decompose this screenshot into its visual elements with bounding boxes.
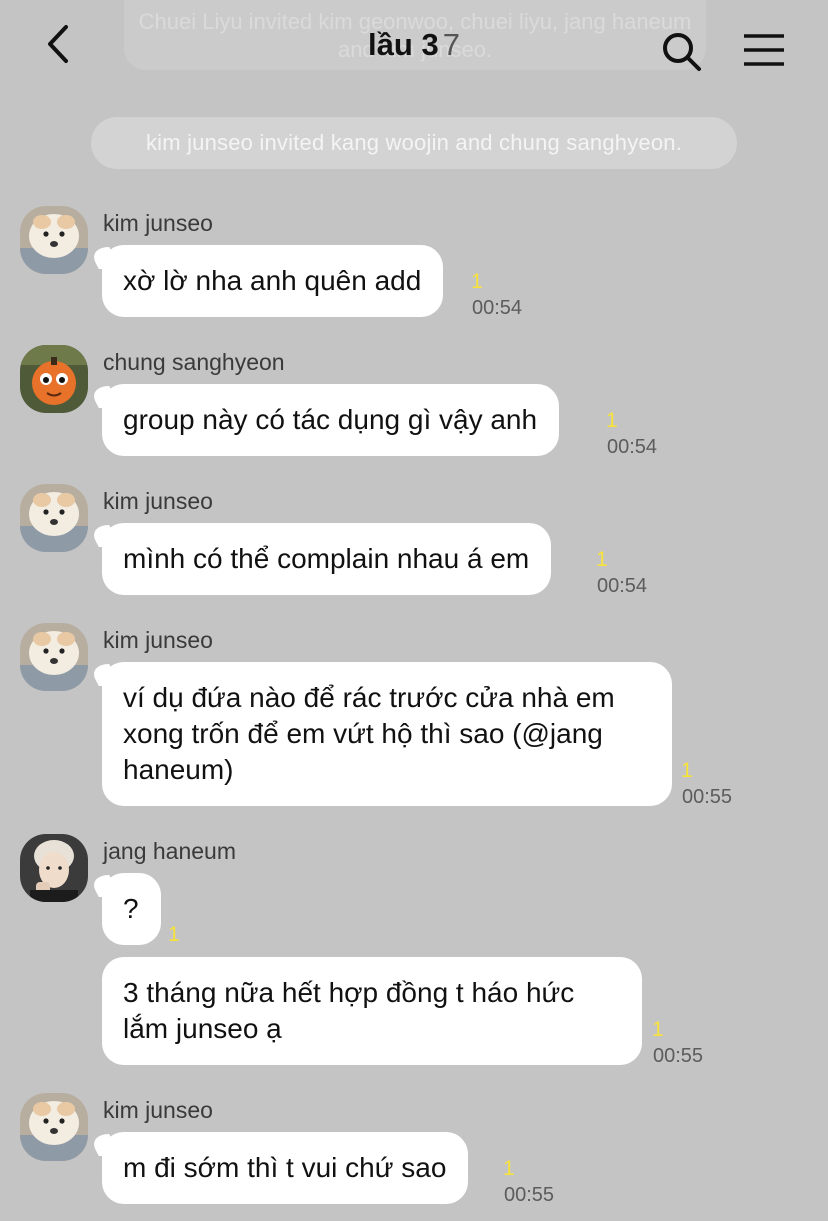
sender-name: kim junseo (103, 627, 213, 653)
avatar-kim-junseo[interactable] (20, 206, 88, 274)
dog-avatar-icon (20, 1093, 88, 1161)
message-time: 00:54 (597, 575, 648, 597)
dog-avatar-icon (20, 623, 88, 691)
avatar-kim-junseo[interactable] (20, 623, 88, 691)
message-bubble[interactable]: xờ lờ nha anh quên add (102, 245, 444, 317)
menu-button[interactable] (740, 30, 788, 70)
message-time: 00:54 (607, 436, 658, 458)
sender-name: chung sanghyeon (103, 349, 285, 375)
dog-avatar-icon (20, 206, 88, 274)
system-notice: kim junseo invited kang woojin and chung… (91, 117, 737, 169)
unread-count: 1 (596, 548, 608, 571)
unread-count: 1 (681, 759, 693, 782)
avatar-jang-haneum[interactable] (20, 834, 88, 902)
message-time: 00:55 (653, 1045, 704, 1067)
unread-count: 1 (471, 270, 483, 293)
message-bubble[interactable]: mình có thể complain nhau á em (102, 523, 552, 595)
message-bubble[interactable]: group này có tác dụng gì vậy anh (102, 384, 560, 456)
message-bubble[interactable]: m đi sớm thì t vui chứ sao (102, 1132, 469, 1204)
message-bubble[interactable]: ? (102, 873, 161, 945)
search-button[interactable] (660, 30, 704, 74)
message-time: 00:55 (504, 1184, 555, 1206)
sender-name: kim junseo (103, 488, 213, 514)
unread-count: 1 (168, 923, 180, 946)
sender-name: kim junseo (103, 210, 213, 236)
unread-count: 1 (503, 1157, 515, 1180)
message-time: 00:55 (682, 786, 733, 808)
avatar-kim-junseo[interactable] (20, 484, 88, 552)
person-avatar-icon (20, 834, 88, 902)
member-count: 7 (442, 27, 460, 62)
message-bubble[interactable]: 3 tháng nữa hết hợp đồng t háo hức lắm j… (102, 957, 642, 1065)
message-time: 00:54 (472, 297, 523, 319)
unread-count: 1 (606, 409, 618, 432)
message-bubble[interactable]: ví dụ đứa nào để rác trước cửa nhà em xo… (102, 662, 672, 806)
chat-header: Chuei Liyu invited kim geonwoo, chuei li… (0, 0, 828, 95)
sender-name: kim junseo (103, 1097, 213, 1123)
unread-count: 1 (652, 1018, 664, 1041)
orange-character-avatar-icon (20, 345, 88, 413)
dog-avatar-icon (20, 484, 88, 552)
hamburger-menu-icon (744, 34, 784, 66)
sender-name: jang haneum (103, 838, 236, 864)
search-icon (663, 33, 701, 71)
avatar-chung-sanghyeon[interactable] (20, 345, 88, 413)
avatar-kim-junseo[interactable] (20, 1093, 88, 1161)
chat-room-name: lầu 3 (368, 27, 439, 62)
